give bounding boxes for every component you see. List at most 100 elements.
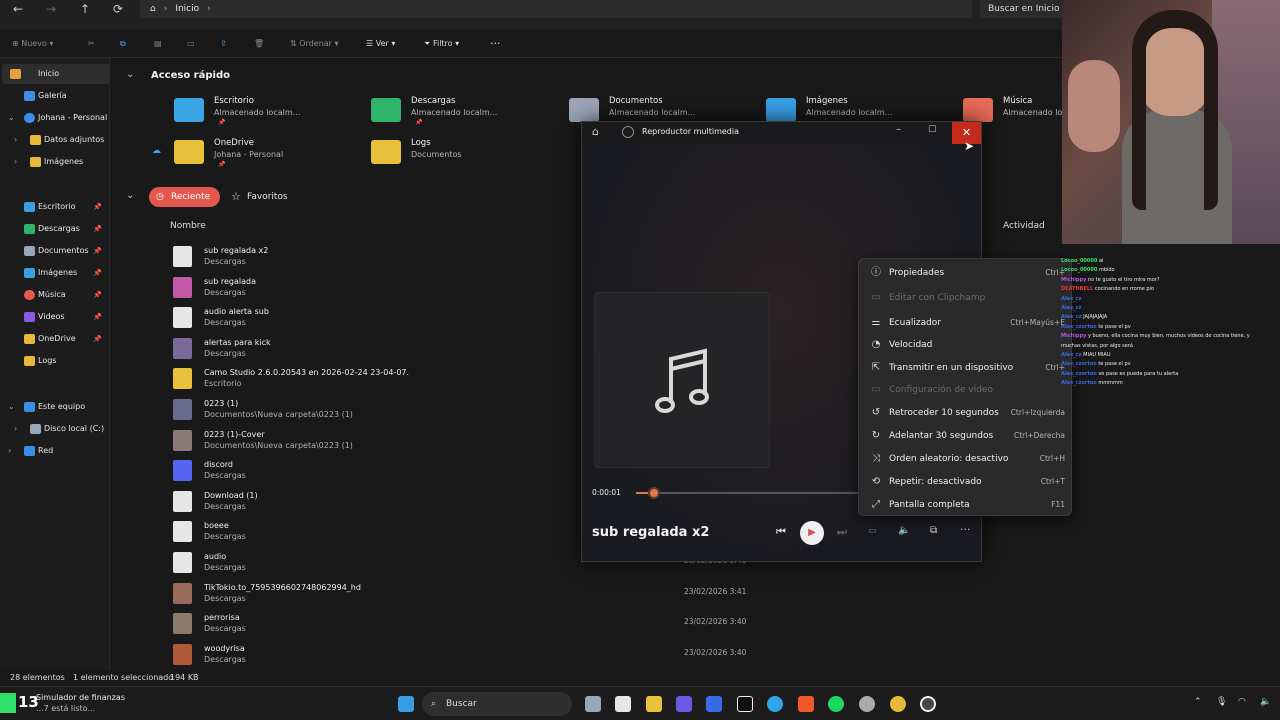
chat-text: no te gusto el tiro mira mor?	[1087, 276, 1160, 283]
microphone-icon[interactable]: 🎙	[1216, 697, 1227, 707]
next-button[interactable]: ⏭	[837, 525, 847, 539]
sidebar-item-videos[interactable]: Videos 📌	[0, 307, 108, 327]
spotify-icon[interactable]	[828, 696, 844, 712]
tiktok-icon[interactable]	[737, 696, 753, 712]
speaker-icon[interactable]: 🔈	[1260, 697, 1271, 707]
menu-item-transmitir-en-un-dispositivo[interactable]: ⇱ Transmitir en un dispositivo Ctrl+	[859, 357, 1073, 379]
sidebar-item-onedrive[interactable]: OneDrive 📌	[0, 329, 108, 349]
up-button[interactable]: ↑	[70, 0, 100, 18]
volume-icon[interactable]: 🔈	[898, 525, 910, 536]
sidebar-item-datos-adjuntos[interactable]: › Datos adjuntos	[0, 130, 108, 150]
widgets-icon[interactable]	[615, 696, 631, 712]
column-header-name[interactable]: Nombre	[170, 221, 206, 231]
chevron-right-icon[interactable]: ›	[14, 152, 17, 172]
chevron-right-icon[interactable]: ›	[8, 441, 11, 461]
address-bar[interactable]: ⌂ › Inicio ›	[140, 0, 972, 18]
task-view-icon[interactable]	[585, 696, 601, 712]
menu-item-repetir-desactivado[interactable]: ⟲ Repetir: desactivado Ctrl+T	[859, 471, 1073, 493]
sort-button[interactable]: ⇅ Ordenar ▾	[290, 36, 339, 52]
tab-favorites[interactable]: ☆ Favoritos	[225, 187, 298, 207]
sidebar-item-documentos[interactable]: Documentos 📌	[0, 241, 108, 261]
sidebar-item-red[interactable]: › Red	[0, 441, 108, 461]
file-row[interactable]: TikTokio.to_7595396602748062994_hd Descar…	[173, 579, 1053, 609]
quick-access-onedrive[interactable]: ☁ OneDrive Johana - Personal 📌	[152, 136, 364, 176]
file-name: 0223 (1)	[204, 399, 239, 408]
sidebar-item-imagenes-onedrive[interactable]: › Imágenes	[0, 152, 108, 172]
back-button[interactable]: ←	[3, 0, 33, 18]
view-button[interactable]: ☰ Ver ▾	[366, 36, 395, 52]
music-icon	[24, 290, 35, 300]
taskbar-search[interactable]: ⌕ Buscar	[422, 692, 572, 716]
notification-title[interactable]: Simulador de finanzas	[36, 693, 125, 702]
more-options-button[interactable]: ···	[490, 36, 501, 52]
home-icon[interactable]: ⌂	[592, 125, 599, 138]
share-icon[interactable]: ⇪	[220, 36, 227, 52]
seek-bar[interactable]	[636, 487, 860, 499]
chevron-up-icon[interactable]: ⌃	[1194, 697, 1202, 707]
menu-item-adelantar-30-segundos[interactable]: ↻ Adelantar 30 segundos Ctrl+Derecha	[859, 425, 1073, 447]
chevron-right-icon[interactable]: ›	[14, 130, 17, 150]
menu-item-ecualizador[interactable]: ⚌ Ecualizador Ctrl+Mayús+E	[859, 312, 1073, 334]
minimize-button[interactable]: –	[896, 124, 901, 135]
menu-item-velocidad[interactable]: ◔ Velocidad	[859, 334, 1073, 356]
tab-recent[interactable]: ◷ Reciente	[149, 187, 221, 207]
sidebar-item-disco-local[interactable]: › Disco local (C:)	[0, 419, 108, 439]
windows-start-icon[interactable]	[398, 696, 414, 712]
cut-icon[interactable]: ✂	[88, 36, 95, 52]
settings-icon[interactable]	[859, 696, 875, 712]
column-header-activity[interactable]: Actividad	[1003, 221, 1045, 231]
breadcrumb-inicio[interactable]: Inicio	[175, 4, 199, 14]
quick-access-descargas[interactable]: Descargas Almacenado localm... 📌	[371, 94, 561, 134]
home-icon[interactable]: ⌂	[150, 4, 156, 14]
rename-icon[interactable]: ▭	[187, 36, 195, 52]
media-player-icon[interactable]	[920, 696, 936, 712]
copy-icon[interactable]: ⧉	[120, 36, 126, 52]
edge-icon[interactable]	[767, 696, 783, 712]
menu-item-propiedades[interactable]: ⓘ Propiedades Ctrl+	[859, 262, 1073, 284]
sidebar-item-imagenes[interactable]: Imágenes 📌	[0, 263, 108, 283]
brave-icon[interactable]	[798, 696, 814, 712]
maximize-button[interactable]: ▢	[928, 124, 937, 134]
chevron-down-icon[interactable]: ⌄	[126, 190, 134, 201]
chevron-down-icon[interactable]: ⌄	[8, 108, 15, 128]
search-input[interactable]: Buscar en Inicio	[980, 0, 1062, 18]
chevron-right-icon[interactable]: ›	[14, 419, 17, 439]
menu-item-retroceder-10-segundos[interactable]: ↺ Retroceder 10 segundos Ctrl+Izquierda	[859, 402, 1073, 424]
menu-item-pantalla-completa[interactable]: ⤢ Pantalla completa F11	[859, 494, 1073, 516]
mail-icon[interactable]	[706, 696, 722, 712]
forward-button[interactable]: →	[36, 0, 66, 18]
filter-button[interactable]: ⏷ Filtro ▾	[424, 36, 459, 52]
miniplayer-icon[interactable]: ▭	[868, 526, 877, 536]
chrome-icon[interactable]	[890, 696, 906, 712]
menu-item-orden-aleatorio-desactivo[interactable]: ⤨ Orden aleatorio: desactivo Ctrl+H	[859, 448, 1073, 470]
sidebar-item-escritorio[interactable]: Escritorio 📌	[0, 197, 108, 217]
sidebar-item-descargas[interactable]: Descargas 📌	[0, 219, 108, 239]
quick-access-location: Johana - Personal	[214, 150, 284, 159]
file-row[interactable]: perrorisa Descargas 23/02/2026 3:40	[173, 609, 1053, 639]
compact-view-icon[interactable]: ⧉	[930, 525, 937, 536]
quick-access-escritorio[interactable]: Escritorio Almacenado localm... 📌	[174, 94, 364, 134]
chevron-down-icon[interactable]: ⌄	[8, 397, 15, 417]
file-explorer-icon[interactable]	[646, 696, 662, 712]
streamer-hand	[1068, 60, 1120, 152]
sidebar-item-logs[interactable]: Logs	[0, 351, 108, 371]
wifi-icon[interactable]: ◠	[1238, 697, 1246, 707]
chevron-down-icon[interactable]: ⌄	[126, 69, 134, 80]
previous-button[interactable]: ⏮	[776, 525, 786, 539]
sidebar-item-onedrive-personal[interactable]: ⌄ Johana - Personal	[0, 108, 108, 128]
delete-icon[interactable]: 🗑	[254, 36, 264, 52]
teams-icon[interactable]	[676, 696, 692, 712]
file-row[interactable]: woodyrisa Descargas 23/02/2026 3:40	[173, 640, 1053, 670]
sidebar-item-este-equipo[interactable]: ⌄ Este equipo	[0, 397, 108, 417]
quick-access-logs[interactable]: Logs Documentos	[371, 136, 561, 176]
sidebar-item-musica[interactable]: Música 📌	[0, 285, 108, 305]
more-options-icon[interactable]: ···	[960, 523, 971, 536]
file-date: 23/02/2026 3:40	[684, 647, 747, 657]
play-button[interactable]: ▶	[800, 521, 824, 545]
sidebar-item-galeria[interactable]: Galería	[0, 86, 108, 106]
sidebar-item-inicio[interactable]: Inicio	[2, 64, 110, 84]
refresh-button[interactable]: ⟳	[103, 0, 133, 18]
new-button[interactable]: ⊕ Nuevo ▾	[12, 36, 53, 52]
seek-thumb[interactable]	[647, 487, 660, 499]
paste-icon[interactable]: ▤	[154, 36, 162, 52]
